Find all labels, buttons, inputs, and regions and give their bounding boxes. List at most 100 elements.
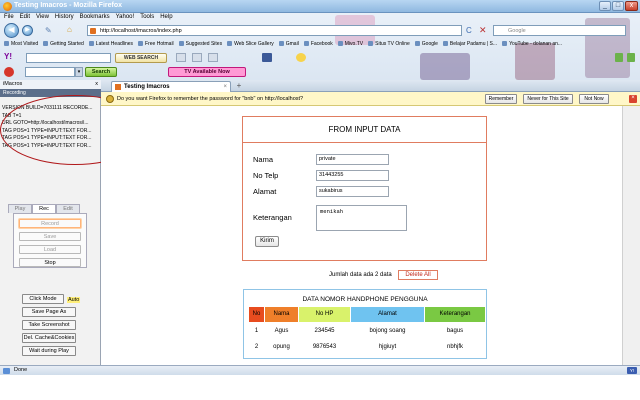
password-notification-bar: Do you want Firefox to remember the pass… [101,92,640,106]
menu-file[interactable]: File [4,13,14,22]
search-button[interactable]: Search [85,67,117,77]
input-form: FROM INPUT DATA Nama private No Telp 314… [242,116,487,261]
facebook-icon[interactable] [262,53,272,62]
cell-alamat: hjgiuyt [378,344,397,350]
macro-line: VERSION BUILD=7031111 RECORDE... [2,105,93,111]
smiley-icon[interactable] [296,53,306,62]
kirim-button[interactable]: Kirim [255,236,279,247]
save-page-button[interactable]: Save Page As [22,307,76,317]
tab-close-icon[interactable]: × [223,82,227,92]
bookmark-item[interactable]: Gmail [279,39,299,50]
blank-area [0,375,640,400]
refresh-icon[interactable]: C [466,26,472,35]
tab-edit[interactable]: Edit [56,204,80,213]
tv-available-button[interactable]: TV Available Now [168,67,246,77]
bookmarks-toolbar: Most Visited Getting Started Latest Head… [0,39,640,50]
bookmark-item[interactable]: Mivo.TV [338,39,363,50]
reload-icon[interactable]: ✎ [45,26,52,35]
minimize-button[interactable]: _ [599,1,611,11]
toolbar-icon[interactable] [208,53,218,62]
bookmark-item[interactable]: Latest Headlines [89,39,133,50]
yahoo-status-icon[interactable]: Y! [627,367,637,374]
maximize-button[interactable]: □ [612,1,624,11]
vertical-scrollbar[interactable] [622,106,640,365]
toolbar-icon[interactable] [176,53,186,62]
forward-button[interactable]: ▶ [22,25,33,36]
menu-bookmarks[interactable]: Bookmarks [80,13,110,22]
sidebar-title: iMacros [3,81,23,87]
cell-alamat: bojong soang [369,328,406,334]
menu-tools[interactable]: Tools [140,13,154,22]
keterangan-textarea[interactable]: menikah [316,205,407,231]
menu-edit[interactable]: Edit [20,13,30,22]
yahoo-logo[interactable]: Y! [4,52,20,63]
tab-strip: Testing Imacros × + [101,80,640,92]
notification-close-icon[interactable]: × [629,95,637,103]
yahoo-toolbar: Y! WEB SEARCH [0,50,640,65]
menu-history[interactable]: History [55,13,74,22]
tab-rec[interactable]: Rec [32,204,56,213]
macro-line: URL GOTO=http://localhost/imacros/i... [2,120,89,126]
clear-cache-button[interactable]: Del. Cache&Cookies [22,333,76,343]
toolbar-icon[interactable] [192,53,202,62]
table-header-nohp: No HP [299,307,350,322]
close-window-button[interactable]: x [625,1,638,11]
bookmark-item[interactable]: Suggested Sites [179,39,222,50]
load-button[interactable]: Load [19,245,81,254]
menu-view[interactable]: View [36,13,49,22]
bookmark-item[interactable]: Facebook [304,39,333,50]
bookmark-item[interactable]: Belajar Padamu | S... [443,39,497,50]
telp-input[interactable]: 31443255 [316,170,389,181]
sidebar-close-icon[interactable]: x [95,80,98,89]
stop-icon[interactable]: ✕ [479,25,487,36]
bookmark-item[interactable]: Free Hotmail [138,39,174,50]
navigation-bar: ◀ ▶ ✎ ⌂ http://localhost/imacros/index.p… [0,22,640,39]
record-button[interactable]: Record [19,219,81,228]
alamat-input[interactable]: sukabirus [316,186,389,197]
add-icon[interactable] [615,53,623,62]
notification-message: Do you want Firefox to remember the pass… [117,96,304,102]
macro-line: TAG POS=1 TYPE=INPUT:TEXT FOR... [2,127,92,134]
bookmark-item[interactable]: Getting Started [43,39,84,50]
table-header-alamat: Alamat [351,307,424,322]
toolbar-search-input[interactable] [25,67,75,77]
bookmark-item[interactable]: Google [415,39,438,50]
url-text: http://localhost/imacros/index.php [100,28,182,34]
bookmark-item[interactable]: Situs TV Online [368,39,410,50]
bookmark-item[interactable]: Web Slice Gallery [227,39,274,50]
url-bar[interactable]: http://localhost/imacros/index.php [87,25,462,36]
never-for-site-button[interactable]: Never for This Site [523,94,573,104]
status-bar: Done Y! [0,365,640,375]
macro-editor[interactable]: VERSION BUILD=7031111 RECORDE... TAB T=1… [2,105,99,150]
home-icon[interactable]: ⌂ [67,25,72,34]
screenshot-button[interactable]: Take Screenshot [22,320,76,330]
tab-play[interactable]: Play [8,204,32,213]
bookmark-item[interactable]: Most Visited [4,39,38,50]
not-now-button[interactable]: Not Now [579,94,609,104]
save-button[interactable]: Save [19,232,81,241]
wait-during-play-button[interactable]: Wait during Play [22,346,76,356]
delete-all-button[interactable]: Delete All [398,270,438,280]
remember-button[interactable]: Remember [485,94,517,104]
bookmark-item[interactable]: YouTube - dolanan an... [502,39,562,50]
stop-button[interactable]: Stop [19,258,81,267]
new-tab-button[interactable]: + [234,81,244,91]
cell-keterangan: nbhjfk [446,344,463,350]
web-search-button[interactable]: WEB SEARCH [115,53,167,63]
macro-line: TAB T=1 [2,112,22,119]
back-button[interactable]: ◀ [4,23,19,38]
yahoo-search-input[interactable] [26,53,111,63]
dropdown-icon[interactable]: ▾ [75,67,83,77]
search-box[interactable]: Google [493,25,626,36]
options-icon[interactable] [627,53,635,62]
form-header: FROM INPUT DATA [243,117,486,143]
click-mode-button[interactable]: Click Mode [22,294,64,304]
nama-input[interactable]: private [316,154,389,165]
menu-yahoo[interactable]: Yahoo! [116,13,135,22]
tab-title: Testing Imacros [124,84,170,90]
menu-help[interactable]: Help [160,13,172,22]
imacros-sidebar: iMacros x Recording VERSION BUILD=703111… [0,80,101,365]
toolbar-logo-icon[interactable] [4,67,14,77]
browser-tab[interactable]: Testing Imacros × [111,81,231,92]
sidebar-header: iMacros x [0,80,101,89]
